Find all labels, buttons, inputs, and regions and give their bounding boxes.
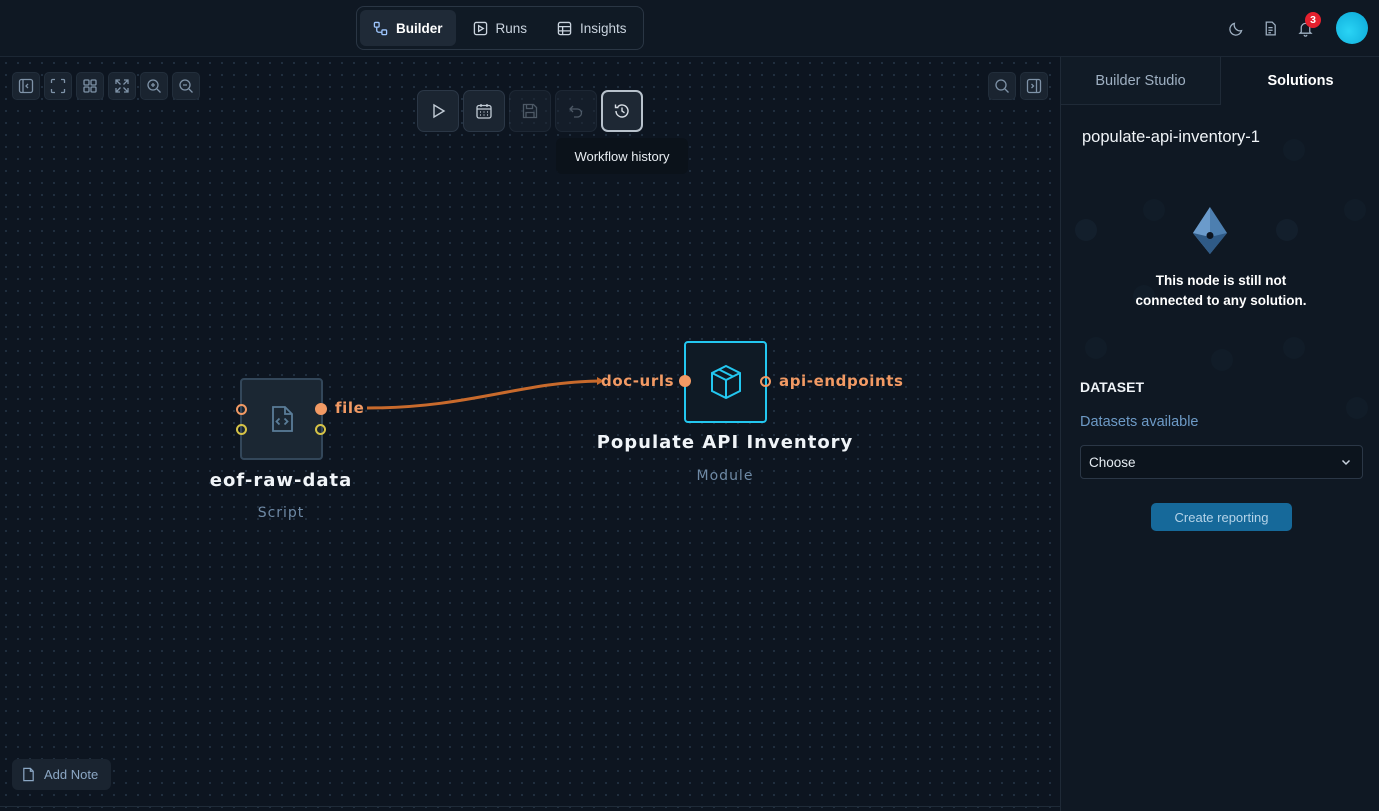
top-bar: Builder Runs Insights 3 [0, 0, 1379, 57]
toggle-panel-icon[interactable] [1020, 72, 1048, 100]
run-button[interactable] [417, 90, 459, 132]
undo-button[interactable] [555, 90, 597, 132]
undo-icon [569, 105, 583, 118]
calendar-icon [476, 104, 492, 119]
decorative-icon [1283, 337, 1305, 359]
port-label-api-endpoints: api-endpoints [779, 372, 904, 390]
decorative-icon [1344, 199, 1366, 221]
add-note-button[interactable]: Add Note [12, 759, 111, 790]
empty-state-line-1: This node is still not [1155, 273, 1287, 288]
empty-state-message: This node is still not connected to any … [1101, 271, 1341, 311]
tab-solutions[interactable]: Solutions [1221, 57, 1379, 105]
dataset-select[interactable]: Choose [1080, 445, 1363, 479]
module-node-type: Module [696, 468, 754, 484]
port-label-doc-urls: doc-urls [601, 372, 675, 390]
script-node-title: eof-raw-data [209, 470, 353, 491]
expand-icon[interactable] [108, 72, 136, 100]
script-output-port-2[interactable] [315, 424, 326, 435]
history-icon [614, 104, 629, 118]
tab-builder-label: Builder [396, 20, 443, 36]
decorative-icon [1283, 139, 1305, 161]
add-note-label: Add Note [44, 767, 99, 782]
main-nav: Builder Runs Insights [356, 6, 644, 50]
grid-layout-icon[interactable] [76, 72, 104, 100]
module-input-port-doc-urls[interactable] [679, 375, 691, 387]
dataset-select-value: Choose [1089, 454, 1136, 470]
decorative-icon [1085, 337, 1107, 359]
save-icon [522, 103, 538, 119]
play-square-icon [473, 21, 487, 35]
note-icon [23, 767, 34, 782]
script-node-type: Script [257, 505, 305, 521]
module-node-title: Populate API Inventory [596, 432, 854, 453]
save-button[interactable] [509, 90, 551, 132]
play-icon [433, 103, 446, 119]
script-node[interactable] [240, 378, 323, 460]
schedule-button[interactable] [463, 90, 505, 132]
decorative-icon [1075, 219, 1097, 241]
decorative-icon [1276, 219, 1298, 241]
datasets-available-label: Datasets available [1080, 414, 1199, 430]
panel-tabs: Builder Studio Solutions [1061, 57, 1379, 105]
diamond-logo-icon [1193, 207, 1227, 254]
empty-state-line-2: connected to any solution. [1135, 293, 1307, 308]
collapse-sidebar-icon[interactable] [12, 72, 40, 100]
workflow-icon [373, 21, 388, 35]
module-output-port-api-endpoints[interactable] [760, 376, 771, 387]
divider [0, 806, 1060, 807]
moon-icon[interactable] [1226, 18, 1246, 38]
zoom-in-icon[interactable] [140, 72, 168, 100]
code-file-icon [271, 406, 293, 432]
tab-insights[interactable]: Insights [544, 10, 640, 46]
script-output-port-file[interactable] [315, 403, 327, 415]
dataset-heading: DATASET [1080, 379, 1145, 395]
avatar[interactable] [1336, 12, 1368, 44]
tab-runs[interactable]: Runs [460, 10, 541, 46]
tab-insights-label: Insights [580, 20, 627, 36]
port-label-file: file [335, 399, 365, 417]
tab-builder[interactable]: Builder [360, 10, 456, 46]
chevron-down-icon [1341, 459, 1351, 466]
decorative-icon [1346, 397, 1368, 419]
workflow-history-tooltip: Workflow history [556, 138, 688, 174]
zoom-out-icon[interactable] [172, 72, 200, 100]
tab-runs-label: Runs [495, 20, 528, 36]
create-reporting-button[interactable]: Create reporting [1151, 503, 1292, 531]
script-input-port[interactable] [236, 404, 247, 415]
workflow-history-button[interactable] [601, 90, 643, 132]
search-icon[interactable] [988, 72, 1016, 100]
tab-builder-studio[interactable]: Builder Studio [1061, 57, 1221, 105]
panel-title: populate-api-inventory-1 [1082, 128, 1260, 146]
fit-view-icon[interactable] [44, 72, 72, 100]
workflow-canvas[interactable] [0, 57, 1060, 811]
module-node[interactable] [684, 341, 767, 423]
cube-icon [710, 364, 741, 400]
decorative-icon [1143, 199, 1165, 221]
document-icon[interactable] [1260, 18, 1280, 38]
right-panel: Builder Studio Solutions populate-api-in… [1060, 57, 1379, 811]
decorative-icon [1211, 349, 1233, 371]
script-input-port-2[interactable] [236, 424, 247, 435]
notification-badge: 3 [1305, 12, 1321, 28]
table-icon [557, 21, 572, 35]
